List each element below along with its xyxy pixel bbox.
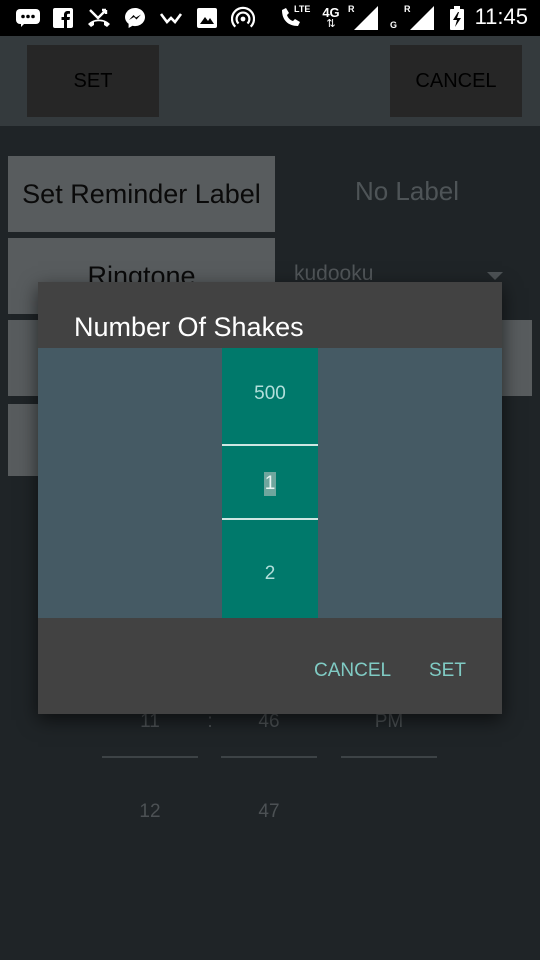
- facebook-icon: [52, 6, 74, 30]
- hotspot-icon: [230, 6, 256, 30]
- toolbar-cancel-button[interactable]: CANCEL: [390, 45, 522, 117]
- battery-charging-icon: [448, 6, 466, 30]
- picker-next-value[interactable]: 2: [222, 563, 318, 585]
- top-toolbar: SET CANCEL: [0, 36, 540, 126]
- number-picker[interactable]: 500 1 2: [222, 348, 318, 618]
- messenger-icon: [122, 6, 148, 30]
- reminder-label-value: No Label: [354, 176, 460, 206]
- picker-previous-value[interactable]: 500: [222, 383, 318, 405]
- status-clock: 11:45: [474, 4, 528, 29]
- roaming-label-2: R: [404, 4, 411, 14]
- ampm-current[interactable]: PM: [341, 711, 437, 733]
- picker-divider-bottom: [222, 518, 318, 520]
- bbm-icon: [14, 6, 42, 30]
- roaming-label-1: R: [348, 4, 355, 14]
- picker-divider-top: [222, 444, 318, 446]
- hour-divider: [102, 756, 198, 758]
- dialog-cancel-button[interactable]: CANCEL: [314, 660, 391, 682]
- status-bar: LTE 4G ⇅ R R G 11:45: [0, 0, 540, 36]
- lte-label: LTE: [294, 4, 311, 14]
- minute-next[interactable]: 47: [221, 801, 317, 823]
- chevron-down-icon[interactable]: [487, 272, 503, 280]
- minute-current[interactable]: 46: [221, 711, 317, 733]
- gallery-icon: [196, 6, 218, 30]
- hidden-button-1[interactable]: [8, 320, 38, 396]
- data-arrows-icon: ⇅: [326, 18, 336, 30]
- number-of-shakes-dialog: Number Of Shakes 500 1 2 CANCEL SET: [38, 282, 502, 714]
- missed-call-icon: [86, 6, 112, 30]
- signal-icon: R: [346, 4, 380, 30]
- number-picker-area: 500 1 2: [38, 348, 502, 618]
- network-label-2: G: [390, 20, 398, 30]
- ampm-divider: [341, 756, 437, 758]
- network-type-1: 4G ⇅: [320, 6, 342, 30]
- hidden-button-2[interactable]: [8, 404, 38, 476]
- dialog-set-button[interactable]: SET: [429, 660, 466, 682]
- hour-next[interactable]: 12: [102, 801, 198, 823]
- dialog-title: Number Of Shakes: [74, 312, 304, 342]
- volte-call-icon: LTE: [278, 4, 310, 30]
- notification-icon: [158, 6, 184, 30]
- signal-icon: R G: [390, 4, 436, 30]
- picker-selected-value[interactable]: 1: [264, 472, 276, 496]
- toolbar-set-button[interactable]: SET: [27, 45, 159, 117]
- set-reminder-label-button[interactable]: Set Reminder Label: [8, 156, 275, 232]
- hidden-button-right[interactable]: [502, 320, 532, 396]
- minute-divider: [221, 756, 317, 758]
